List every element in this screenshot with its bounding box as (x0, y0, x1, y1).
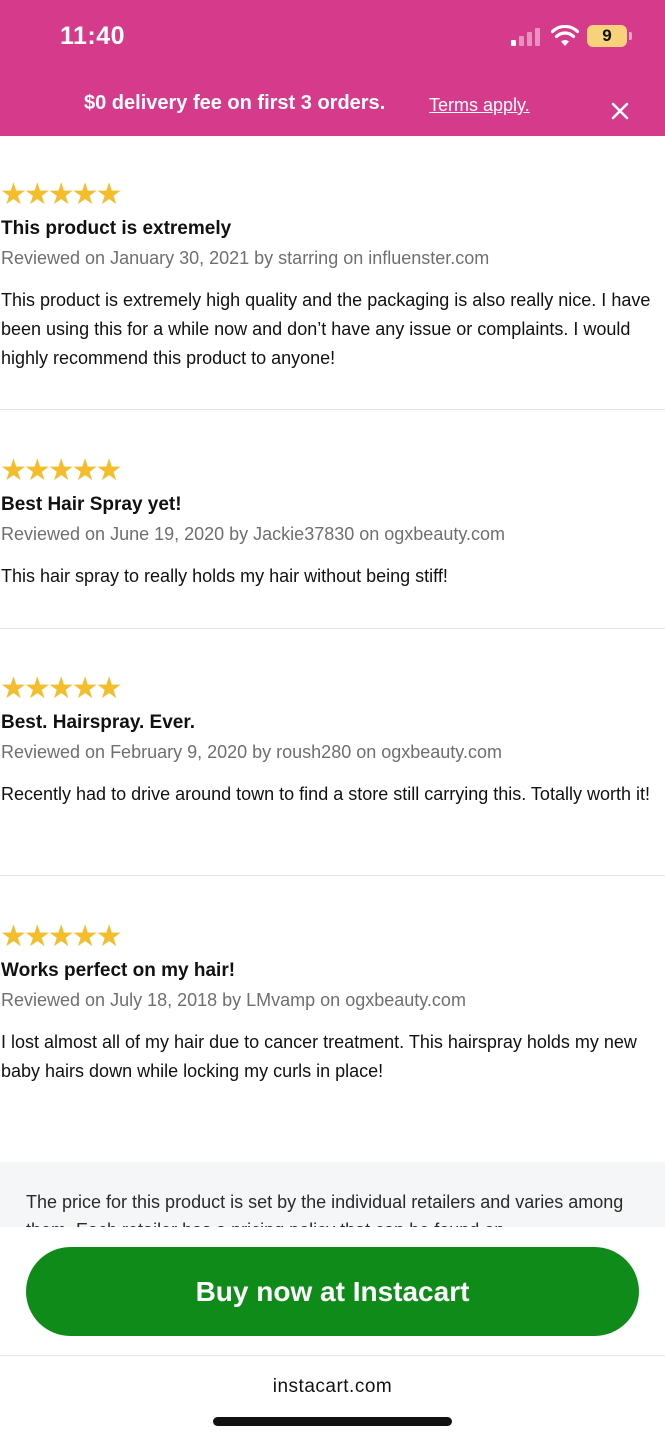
review-body: Recently had to drive around town to fin… (1, 784, 650, 804)
star-rating: ★★★★★ (0, 920, 122, 953)
review-item: ★★★★★ Works perfect on my hair! Reviewed… (0, 922, 665, 1142)
price-disclaimer-text: The price for this product is set by the… (26, 1192, 624, 1232)
status-time: 11:40 (60, 22, 126, 50)
review-item: ★★★★★ Best Hair Spray yet! Reviewed on J… (0, 456, 665, 629)
review-body: This hair spray to really holds my hair … (1, 566, 448, 586)
review-title: Works perfect on my hair! (1, 960, 236, 981)
divider (0, 1355, 665, 1356)
buy-now-button[interactable]: Buy now at Instacart (26, 1247, 639, 1336)
review-item: ★★★★★ This product is extremely Reviewed… (0, 180, 665, 410)
review-meta: Reviewed on February 9, 2020 by roush280… (1, 742, 502, 762)
review-meta: Reviewed on July 18, 2018 by LMvamp on o… (1, 990, 466, 1010)
review-meta: Reviewed on June 19, 2020 by Jackie37830… (1, 524, 506, 544)
review-title: This product is extremely (1, 218, 232, 239)
review-item: ★★★★★ Best. Hairspray. Ever. Reviewed on… (0, 674, 665, 876)
status-bar: 11:40 9 (0, 0, 665, 72)
promo-text: $0 delivery fee on first 3 orders. (84, 92, 386, 114)
price-disclaimer: The price for this product is set by the… (0, 1162, 665, 1232)
home-indicator[interactable] (213, 1417, 452, 1426)
review-title: Best. Hairspray. Ever. (1, 712, 195, 733)
url-label: instacart.com (272, 1376, 393, 1397)
terms-link[interactable]: Terms apply. (429, 95, 530, 116)
review-body: This product is extremely high quality a… (1, 290, 651, 368)
star-rating: ★★★★★ (0, 454, 122, 487)
bottom-sheet: Buy now at Instacart instacart.com (0, 1227, 665, 1440)
review-body: I lost almost all of my hair due to canc… (1, 1032, 637, 1081)
review-meta: Reviewed on January 30, 2021 by starring… (1, 248, 490, 268)
promo-banner: $0 delivery fee on first 3 orders. Terms… (0, 72, 665, 136)
cellular-signal-icon (511, 28, 543, 46)
close-icon[interactable] (608, 99, 632, 123)
wifi-icon (551, 25, 579, 46)
review-title: Best Hair Spray yet! (1, 494, 182, 515)
star-rating: ★★★★★ (0, 672, 122, 705)
star-rating: ★★★★★ (0, 178, 122, 211)
battery-icon: 9 (587, 25, 632, 47)
